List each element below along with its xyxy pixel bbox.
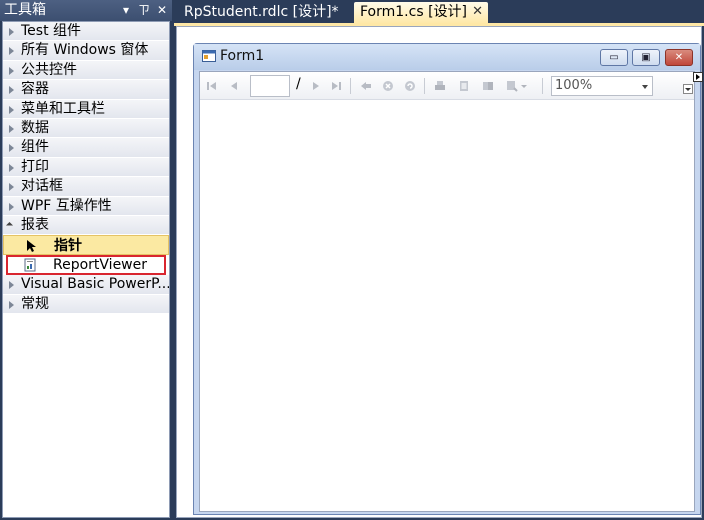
- page-separator: /: [296, 76, 301, 92]
- category-label: 打印: [21, 158, 49, 175]
- toolbox-category-reporting[interactable]: 报表: [3, 215, 169, 236]
- category-label: 数据: [21, 119, 49, 136]
- smart-tag-icon[interactable]: [693, 72, 703, 82]
- report-viewer-toolbar: / 100%: [200, 72, 694, 100]
- toolbox-item-reportviewer[interactable]: ReportViewer: [6, 255, 166, 276]
- toolbox-category-menus-toolbars[interactable]: 菜单和工具栏: [3, 99, 169, 119]
- category-label: 容器: [21, 81, 49, 98]
- toolbar-separator: [350, 78, 351, 94]
- toolbox-list: Test 组件 所有 Windows 窗体 公共控件 容器 菜单和工具栏 数据 …: [2, 21, 170, 518]
- print-icon[interactable]: [434, 80, 446, 92]
- toolbar-separator: [542, 78, 543, 94]
- toolbox-category-dialogs[interactable]: 对话框: [3, 177, 169, 197]
- expand-arrow-icon: [9, 202, 14, 211]
- zoom-select[interactable]: 100%: [551, 76, 653, 96]
- toolbox-category-printing[interactable]: 打印: [3, 157, 169, 178]
- toolbox-category-test[interactable]: Test 组件: [3, 22, 169, 42]
- previous-page-icon[interactable]: [228, 80, 240, 92]
- toolbox-category-components[interactable]: 组件: [3, 138, 169, 158]
- toolbox-category-containers[interactable]: 容器: [3, 80, 169, 100]
- refresh-icon[interactable]: [404, 80, 416, 92]
- pointer-icon: [27, 240, 36, 253]
- toolbox-category-all-windows-forms[interactable]: 所有 Windows 窗体: [3, 41, 169, 61]
- expand-arrow-icon: [9, 66, 14, 75]
- current-page-input[interactable]: [250, 75, 290, 97]
- expand-arrow-icon: [9, 300, 14, 309]
- category-label: WPF 互操作性: [21, 197, 112, 214]
- toolbar-separator: [424, 78, 425, 94]
- close-icon[interactable]: ✕: [156, 0, 168, 21]
- toolbox-category-vb-powerpacks[interactable]: Visual Basic PowerP...: [3, 275, 169, 295]
- print-layout-icon[interactable]: [458, 80, 470, 92]
- back-icon[interactable]: [360, 80, 372, 92]
- expand-arrow-icon: [9, 124, 14, 133]
- form1-client-area[interactable]: / 100%: [199, 71, 695, 512]
- toolbox-category-common-controls[interactable]: 公共控件: [3, 60, 169, 81]
- document-tab-bar: RpStudent.rdlc [设计]* Form1.cs [设计] ✕: [174, 0, 704, 24]
- tab-form1-design[interactable]: Form1.cs [设计] ✕: [354, 2, 488, 24]
- pin-icon[interactable]: ㄗ: [138, 0, 150, 21]
- toolbox-panel: 工具箱 ▾ ㄗ ✕ Test 组件 所有 Windows 窗体 公共控件 容器 …: [0, 0, 172, 520]
- category-label: 对话框: [21, 178, 63, 195]
- toolbox-item-label: ReportViewer: [53, 257, 148, 274]
- category-label: 常规: [21, 295, 49, 312]
- expand-arrow-icon: [9, 86, 14, 95]
- toolbox-header: 工具箱 ▾ ㄗ ✕: [0, 0, 172, 21]
- form-title: Form1: [220, 48, 265, 64]
- toolbox-title: 工具箱: [4, 2, 46, 18]
- expand-arrow-icon: [9, 163, 14, 172]
- zoom-value: 100%: [555, 78, 593, 93]
- minimize-icon: ▭: [609, 52, 619, 63]
- expand-arrow-icon: [9, 47, 14, 56]
- page-setup-icon[interactable]: [482, 80, 494, 92]
- category-label: 所有 Windows 窗体: [21, 42, 149, 59]
- export-icon[interactable]: [506, 80, 518, 92]
- expand-arrow-icon: [9, 183, 14, 192]
- toolbar-overflow-icon[interactable]: [683, 84, 693, 94]
- expand-arrow-icon: [9, 28, 14, 36]
- toolbox-item-pointer[interactable]: 指针: [3, 235, 169, 256]
- toolbox-category-data[interactable]: 数据: [3, 118, 169, 139]
- form1-window[interactable]: Form1 ▭ ▣ ✕ / 100%: [193, 43, 703, 515]
- toolbox-dropdown-icon[interactable]: ▾: [120, 0, 132, 21]
- designer-surface[interactable]: Form1 ▭ ▣ ✕ / 100%: [176, 26, 703, 518]
- category-label: Visual Basic PowerP...: [21, 276, 169, 293]
- next-page-icon[interactable]: [310, 80, 322, 92]
- close-icon[interactable]: ✕: [472, 2, 483, 22]
- category-label: 报表: [21, 216, 49, 233]
- minimize-button[interactable]: ▭: [600, 49, 628, 66]
- category-label: 组件: [21, 139, 49, 156]
- close-button[interactable]: ✕: [665, 49, 693, 66]
- expand-arrow-icon: [9, 281, 14, 290]
- category-label: Test 组件: [21, 23, 82, 39]
- form-icon: [202, 50, 216, 62]
- maximize-icon: ▣: [641, 52, 651, 63]
- tab-label: RpStudent.rdlc [设计]*: [184, 4, 339, 20]
- toolbox-category-general[interactable]: 常规: [3, 294, 169, 315]
- form1-title-bar[interactable]: Form1 ▭ ▣ ✕: [194, 44, 700, 70]
- toolbox-item-label: 指针: [54, 238, 82, 255]
- last-page-icon[interactable]: [330, 80, 342, 92]
- toolbox-category-wpf-interop[interactable]: WPF 互操作性: [3, 196, 169, 216]
- report-viewer-icon: [24, 258, 36, 272]
- category-label: 菜单和工具栏: [21, 100, 105, 117]
- chevron-down-icon: [642, 85, 648, 89]
- tab-rpstudent-rdlc[interactable]: RpStudent.rdlc [设计]*: [178, 2, 345, 24]
- maximize-button[interactable]: ▣: [632, 49, 660, 66]
- tab-label: Form1.cs [设计]: [360, 4, 467, 20]
- stop-icon[interactable]: [382, 80, 394, 92]
- collapse-arrow-icon: [5, 221, 14, 229]
- export-dropdown-icon[interactable]: [520, 80, 528, 92]
- expand-arrow-icon: [9, 105, 14, 114]
- close-icon: ✕: [674, 52, 684, 63]
- first-page-icon[interactable]: [206, 80, 218, 92]
- expand-arrow-icon: [9, 144, 14, 153]
- category-label: 公共控件: [21, 61, 77, 78]
